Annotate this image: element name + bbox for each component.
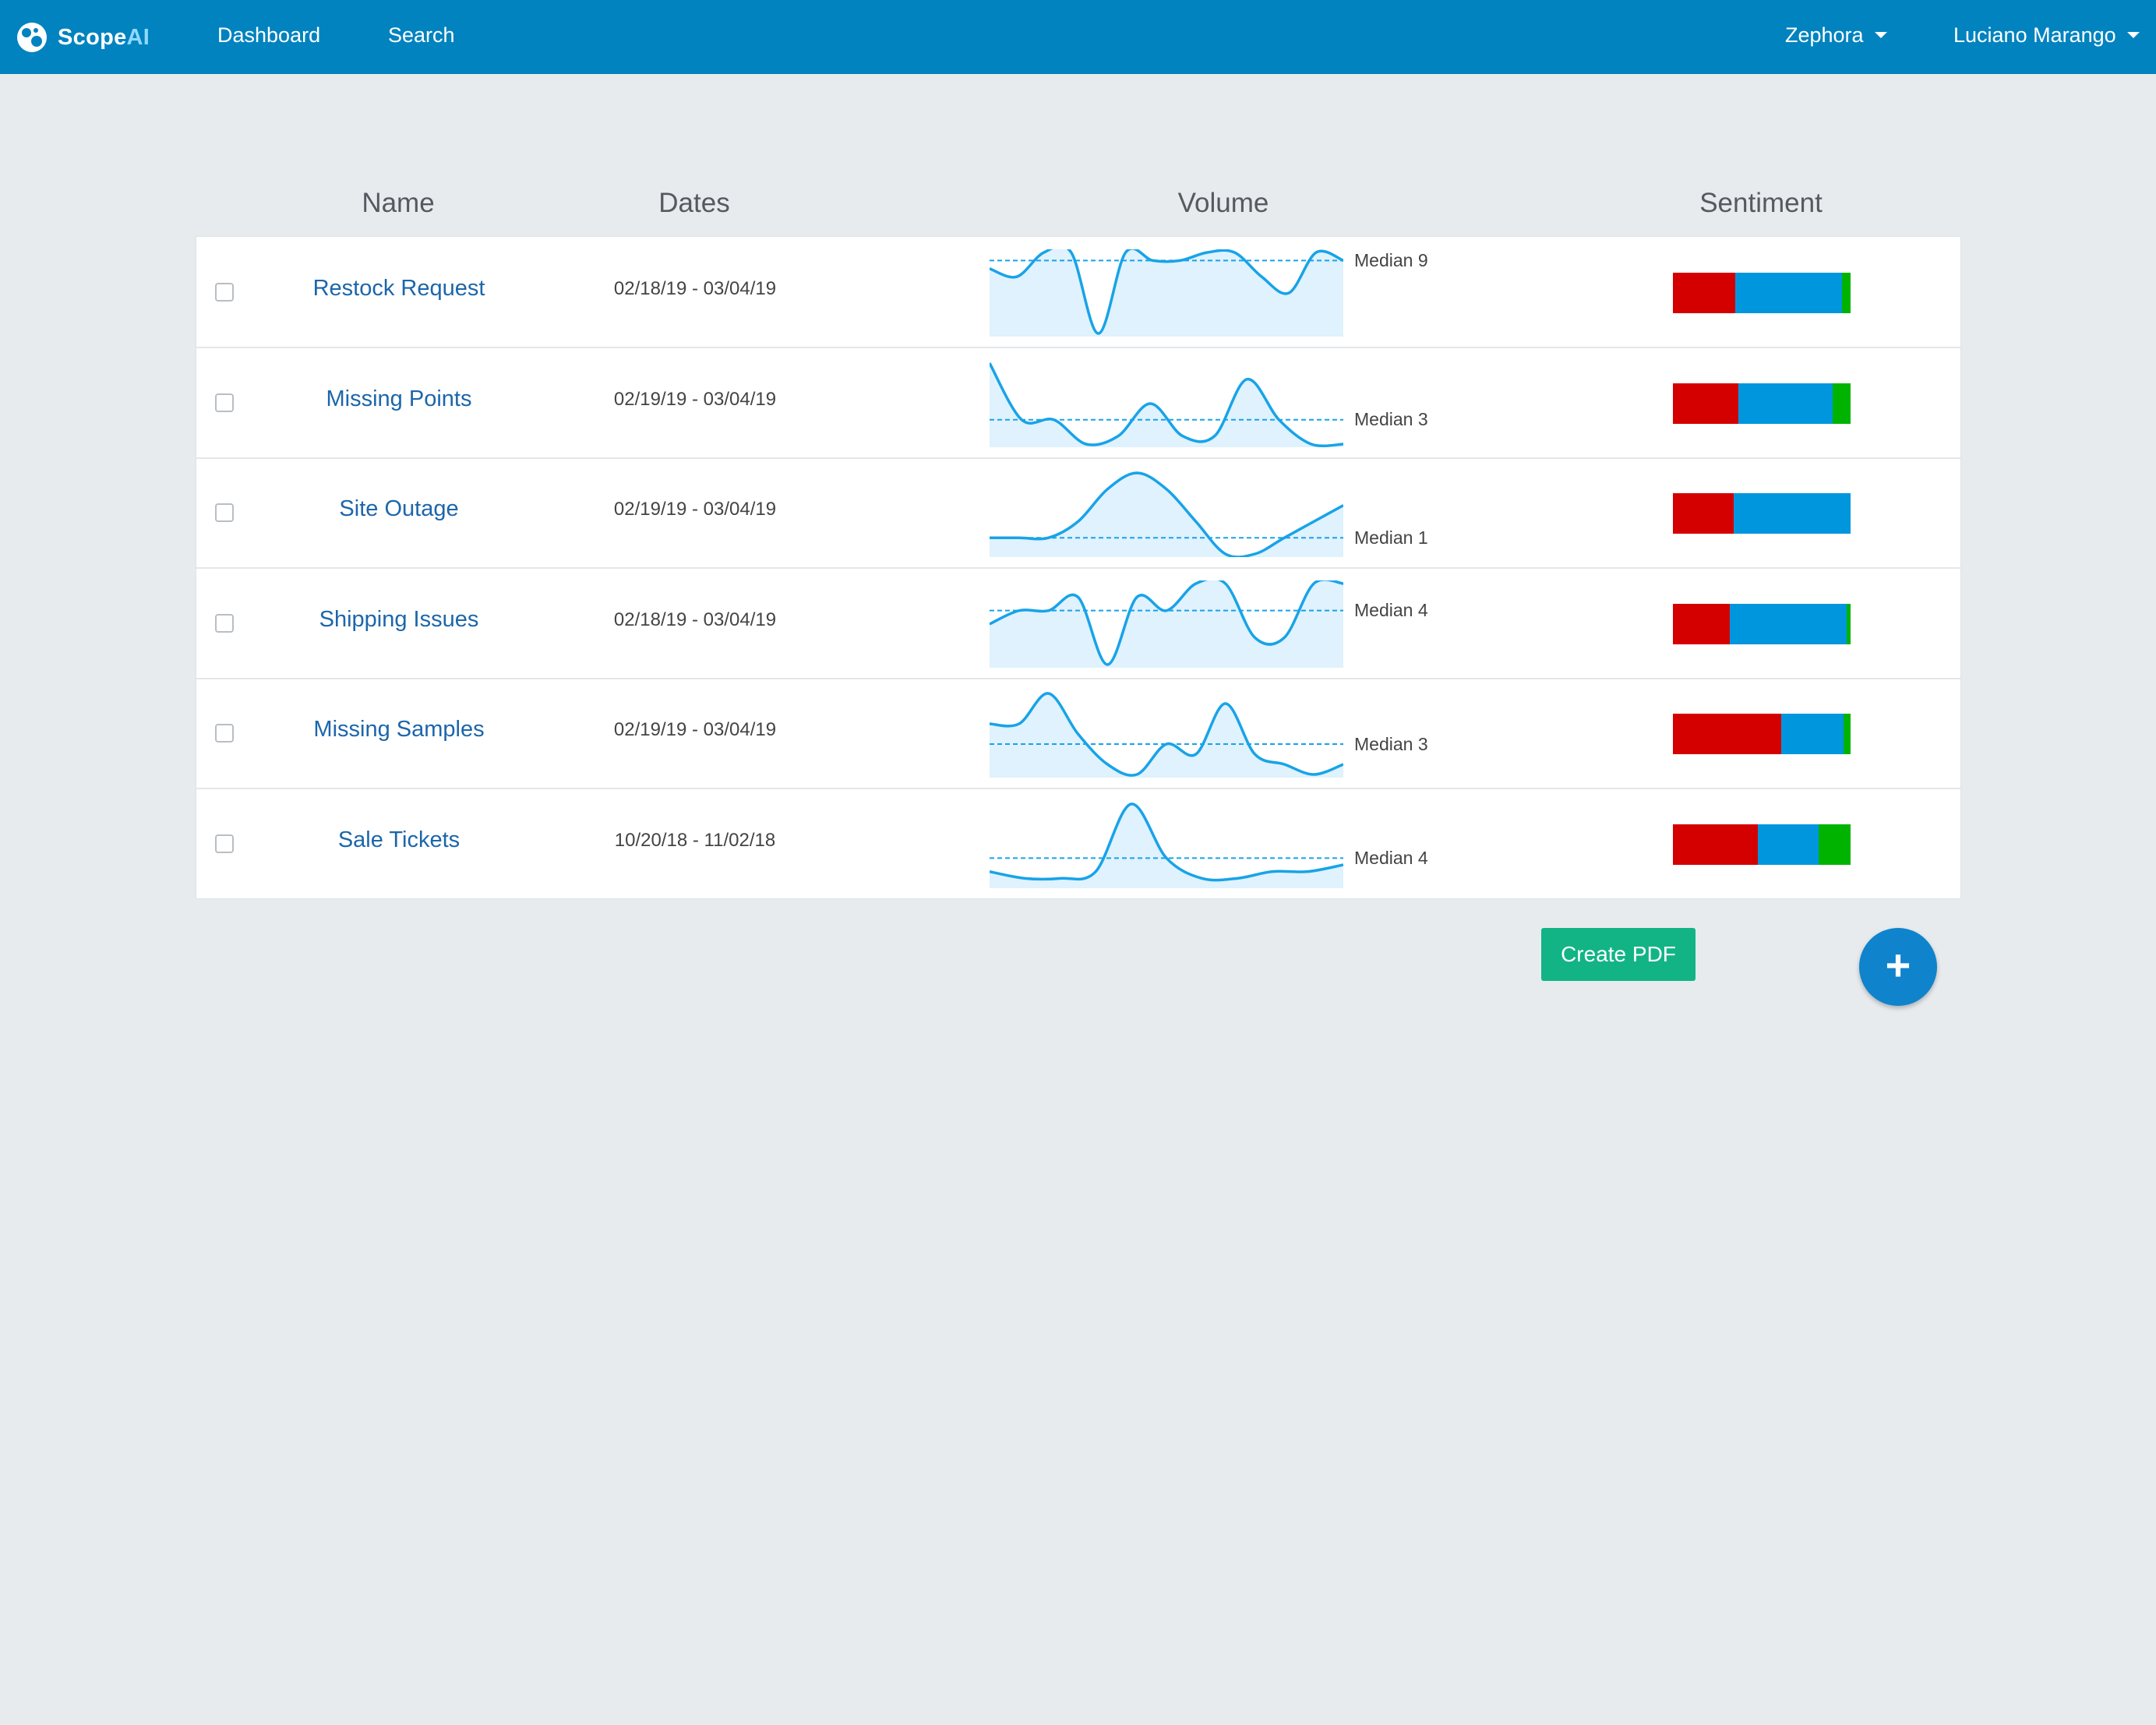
sentiment-neutral-segment (1758, 824, 1819, 865)
volume-sparkline (990, 802, 1343, 888)
table-row[interactable]: Shipping Issues 02/18/19 - 03/04/19 Medi… (196, 568, 1960, 679)
brand-name-accent: AI (126, 24, 150, 50)
row-dates: 02/19/19 - 03/04/19 (613, 388, 777, 410)
table-row[interactable]: Missing Points 02/19/19 - 03/04/19 Media… (196, 347, 1960, 459)
sentiment-positive-segment (1847, 603, 1851, 644)
volume-area (990, 580, 1343, 668)
volume-area (990, 803, 1343, 888)
sentiment-negative-segment (1673, 824, 1759, 865)
median-label: Median 3 (1354, 734, 1428, 754)
table-row[interactable]: Restock Request 02/18/19 - 03/04/19 Medi… (196, 237, 1960, 348)
sentiment-bar (1673, 603, 1851, 644)
scopeai-logo-icon (17, 23, 47, 52)
sentiment-negative-segment (1673, 493, 1734, 534)
volume-area (990, 693, 1343, 778)
sentiment-neutral-segment (1738, 383, 1833, 424)
row-name-link[interactable]: Missing Samples (259, 714, 539, 745)
sentiment-bar (1673, 824, 1851, 865)
volume-area (990, 473, 1343, 557)
median-label: Median 3 (1354, 409, 1428, 430)
row-dates: 02/18/19 - 03/04/19 (613, 609, 777, 630)
sentiment-neutral-segment (1733, 493, 1851, 534)
row-dates: 02/19/19 - 03/04/19 (613, 719, 777, 740)
sentiment-bar (1673, 273, 1851, 313)
median-label: Median 4 (1354, 600, 1428, 621)
org-dropdown[interactable]: Zephora (1785, 21, 1887, 49)
sentiment-negative-segment (1673, 603, 1730, 644)
row-name-link[interactable]: Missing Points (259, 383, 539, 414)
table-row[interactable]: Site Outage 02/19/19 - 03/04/19 Median 1 (196, 457, 1960, 569)
median-label: Median 9 (1354, 250, 1428, 271)
row-name-link[interactable]: Restock Request (259, 273, 539, 304)
plus-icon: + (1885, 940, 1911, 989)
table-row[interactable]: Sale Tickets 10/20/18 - 11/02/18 Median … (196, 788, 1960, 898)
sentiment-bar (1673, 714, 1851, 754)
row-checkbox[interactable] (215, 724, 234, 743)
table-row[interactable]: Missing Samples 02/19/19 - 03/04/19 Medi… (196, 678, 1960, 789)
sentiment-negative-segment (1673, 273, 1735, 313)
org-dropdown-label: Zephora (1785, 23, 1864, 47)
caret-down-icon (2126, 32, 2140, 38)
sentiment-bar (1673, 383, 1851, 424)
sentiment-positive-segment (1843, 714, 1851, 754)
user-dropdown-label: Luciano Marango (1953, 23, 2116, 47)
sentiment-neutral-segment (1781, 714, 1844, 754)
median-label: Median 4 (1354, 847, 1428, 868)
sentiment-negative-segment (1673, 714, 1782, 754)
add-button[interactable]: + (1859, 928, 1937, 1006)
row-name-link[interactable]: Shipping Issues (259, 604, 539, 635)
caret-down-icon (1874, 32, 1887, 38)
nav-link-search[interactable]: Search (388, 21, 455, 49)
row-checkbox[interactable] (215, 834, 234, 853)
sentiment-bar (1673, 493, 1851, 534)
volume-area (990, 362, 1343, 447)
row-name-link[interactable]: Sale Tickets (259, 824, 539, 855)
create-pdf-button[interactable]: Create PDF (1541, 928, 1696, 981)
row-dates: 02/19/19 - 03/04/19 (613, 499, 777, 520)
sentiment-neutral-segment (1734, 273, 1842, 313)
row-checkbox[interactable] (215, 283, 234, 302)
column-header-volume[interactable]: Volume (1067, 184, 1379, 223)
row-checkbox[interactable] (215, 613, 234, 633)
brand-name-main: Scope (58, 24, 127, 50)
row-dates: 02/18/19 - 03/04/19 (613, 278, 777, 299)
column-header-dates[interactable]: Dates (585, 184, 803, 223)
row-checkbox[interactable] (215, 503, 234, 522)
volume-sparkline (990, 471, 1343, 557)
column-header-name[interactable]: Name (258, 184, 538, 223)
sentiment-positive-segment (1833, 383, 1851, 424)
volume-sparkline (990, 249, 1343, 337)
sentiment-positive-segment (1841, 273, 1851, 313)
sentiment-neutral-segment (1729, 603, 1847, 644)
nav-link-dashboard[interactable]: Dashboard (217, 21, 320, 49)
median-label: Median 1 (1354, 527, 1428, 549)
scopes-table: Restock Request 02/18/19 - 03/04/19 Medi… (196, 236, 1961, 899)
user-dropdown[interactable]: Luciano Marango (1953, 21, 2140, 49)
top-navbar: ScopeAI Dashboard Search Zephora Luciano… (0, 0, 2156, 74)
brand[interactable]: ScopeAI (16, 16, 150, 59)
volume-sparkline (990, 580, 1343, 668)
row-checkbox[interactable] (215, 393, 234, 412)
row-dates: 10/20/18 - 11/02/18 (614, 829, 776, 851)
volume-sparkline (990, 362, 1343, 447)
sentiment-negative-segment (1673, 383, 1739, 424)
volume-sparkline (990, 692, 1343, 778)
column-header-sentiment[interactable]: Sentiment (1605, 184, 1917, 223)
row-name-link[interactable]: Site Outage (259, 493, 539, 524)
sentiment-positive-segment (1818, 824, 1851, 865)
brand-name: ScopeAI (58, 25, 150, 51)
